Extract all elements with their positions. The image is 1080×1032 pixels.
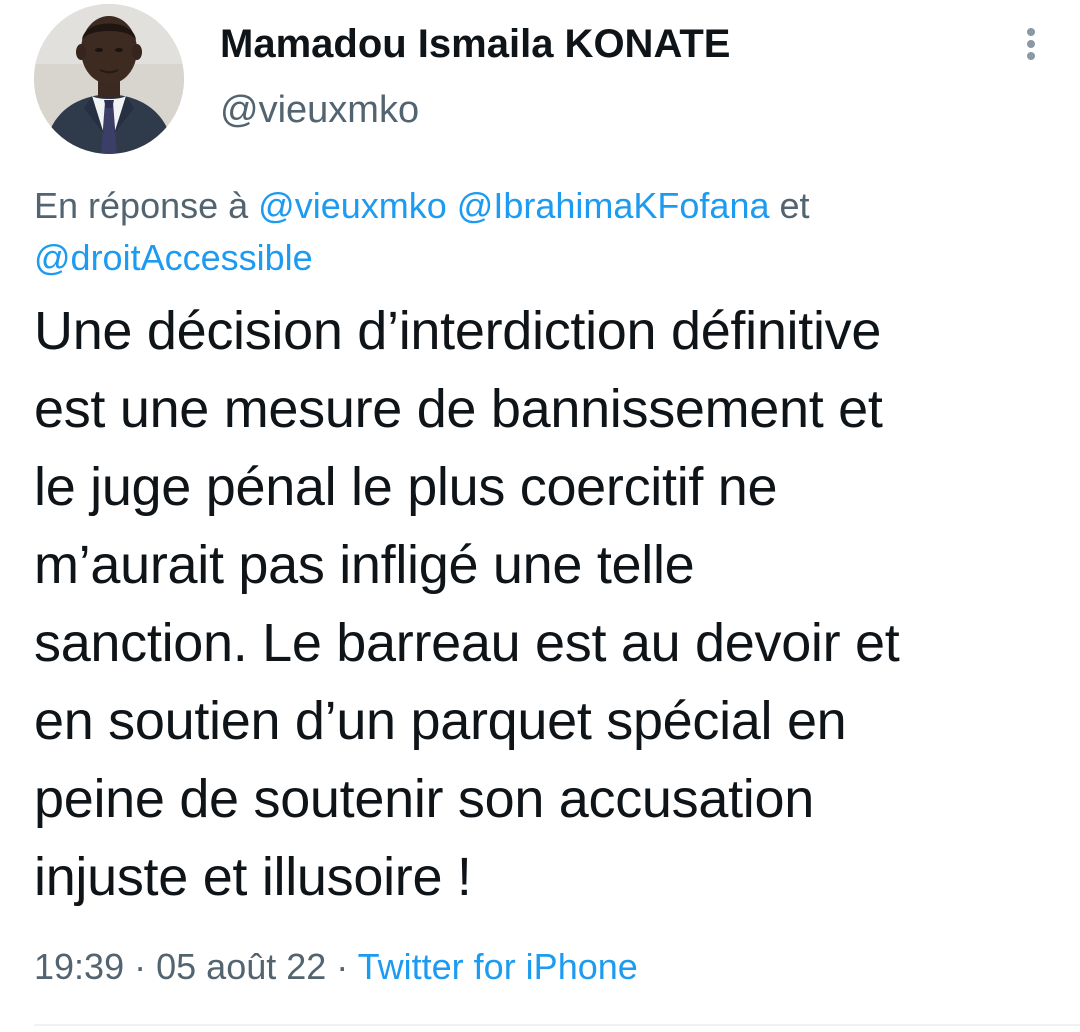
more-vertical-icon[interactable] xyxy=(1016,22,1046,66)
tweet-source-link[interactable]: Twitter for iPhone xyxy=(358,946,638,987)
author-names: Mamadou Ismaila KONATE @vieuxmko xyxy=(220,20,730,134)
meta-separator: · xyxy=(336,946,349,987)
mention-link[interactable]: @vieuxmko xyxy=(258,185,447,226)
tweet-detail: Mamadou Ismaila KONATE @vieuxmko En répo… xyxy=(0,0,1080,1032)
more-dot xyxy=(1027,40,1035,48)
mention-link[interactable]: @IbrahimaKFofana xyxy=(457,185,770,226)
tweet-text: Une décision d’interdiction définitive e… xyxy=(34,301,900,907)
mention-link[interactable]: @droitAccessible xyxy=(34,237,313,278)
more-dot xyxy=(1027,28,1035,36)
reply-prefix: En réponse à xyxy=(34,185,249,226)
tweet-time[interactable]: 19:39 xyxy=(34,946,124,987)
more-dot xyxy=(1027,52,1035,60)
divider xyxy=(34,1024,1080,1026)
profile-photo-icon xyxy=(34,4,184,154)
author-handle[interactable]: @vieuxmko xyxy=(220,86,730,134)
reply-context: En réponse à @vieuxmko @IbrahimaKFofana … xyxy=(34,180,1044,284)
meta-separator: · xyxy=(134,946,147,987)
reply-conjunction: et xyxy=(779,185,810,226)
tweet-meta: 19:39 · 05 août 22 · Twitter for iPhone xyxy=(34,942,638,992)
tweet-date[interactable]: 05 août 22 xyxy=(156,946,326,987)
author-display-name[interactable]: Mamadou Ismaila KONATE xyxy=(220,20,730,68)
avatar[interactable] xyxy=(34,4,184,154)
tweet-header: Mamadou Ismaila KONATE @vieuxmko xyxy=(34,4,1046,154)
